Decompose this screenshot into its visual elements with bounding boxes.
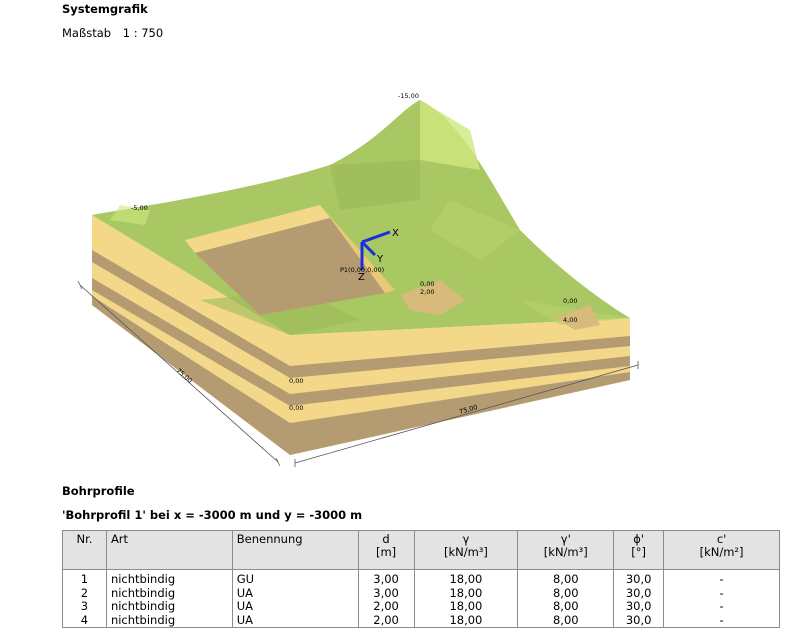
cell-nr: 1 [62,569,107,587]
center-label-b: 2,00 [420,288,434,296]
header-phi: ϕ' [°] [613,530,665,570]
cell-nr: 2 [62,586,107,600]
table-header: Nr. Art Benennung d [m] γ [kN/m³] γ' [kN/m³… [62,530,780,570]
cell-phi: 30,0 [613,586,665,600]
header-d: d [m] [357,530,415,570]
cell-benennung: UA [231,613,359,628]
table-row: 4 nichtbindig UA 2,00 18,00 8,00 30,0 - [62,613,780,628]
cell-c: - [663,569,780,587]
header-gamma: γ [kN/m³] [413,530,519,570]
right-label-b: 4,00 [563,316,577,324]
front-wall [290,318,630,455]
side-label-a: 0,00 [289,377,303,385]
cell-art: nichtbindig [105,586,233,600]
cell-nr: 4 [62,613,107,628]
cell-c: - [663,599,780,614]
right-label-a: 0,00 [563,297,577,305]
header-art: Art [105,530,233,570]
borehole-table: Nr. Art Benennung d [m] γ [kN/m³] γ' [kN/m³… [62,530,780,628]
cell-d: 2,00 [357,613,415,628]
cell-phi: 30,0 [613,569,665,587]
cell-nr: 3 [62,599,107,614]
side-label-b: 0,00 [289,404,303,412]
table-row: 1 nichtbindig GU 3,00 18,00 8,00 30,0 - [62,569,780,587]
cell-phi: 30,0 [613,613,665,628]
cell-gamma: 18,00 [413,613,519,628]
section-title: Systemgrafik [62,2,148,16]
cell-gamma: 18,00 [413,569,519,587]
header-benennung: Benennung [231,530,359,570]
table-row: 2 nichtbindig UA 3,00 18,00 8,00 30,0 - [62,586,780,600]
axis-y-label: Y [376,254,384,265]
cell-gamma-prime: 8,00 [517,599,615,614]
profiles-subtitle: 'Bohrprofil 1' bei x = -3000 m und y = -… [62,508,363,522]
cell-d: 2,00 [357,599,415,614]
system-graphic: X Y Z P1(0,00,0,00) -15,00 -5,00 0,00 2,… [77,92,639,467]
header-nr: Nr. [62,530,107,570]
cell-benennung: GU [231,569,359,587]
cell-c: - [663,586,780,600]
peak-label: -15,00 [398,92,419,100]
scale-label: Maßstab [62,26,112,40]
table-row: 3 nichtbindig UA 2,00 18,00 8,00 30,0 - [62,599,780,614]
cell-d: 3,00 [357,569,415,587]
profiles-title: Bohrprofile [62,484,135,498]
cell-d: 3,00 [357,586,415,600]
cell-gamma-prime: 8,00 [517,613,615,628]
cell-gamma-prime: 8,00 [517,586,615,600]
corner-label: -5,00 [131,204,148,212]
center-label-a: 0,00 [420,280,434,288]
axis-x-label: X [392,228,399,239]
cell-phi: 30,0 [613,599,665,614]
cell-c: - [663,613,780,628]
cell-art: nichtbindig [105,569,233,587]
cell-art: nichtbindig [105,599,233,614]
scale-value: 1 : 750 [122,26,164,40]
cell-gamma-prime: 8,00 [517,569,615,587]
cell-benennung: UA [231,586,359,600]
header-c: c' [kN/m²] [663,530,780,570]
point-label: P1(0,00,0,00) [340,266,384,274]
cell-art: nichtbindig [105,613,233,628]
cell-benennung: UA [231,599,359,614]
cell-gamma: 18,00 [413,599,519,614]
header-gamma-prime: γ' [kN/m³] [517,530,615,570]
scale-line: Maßstab 1 : 750 [62,26,163,40]
cell-gamma: 18,00 [413,586,519,600]
